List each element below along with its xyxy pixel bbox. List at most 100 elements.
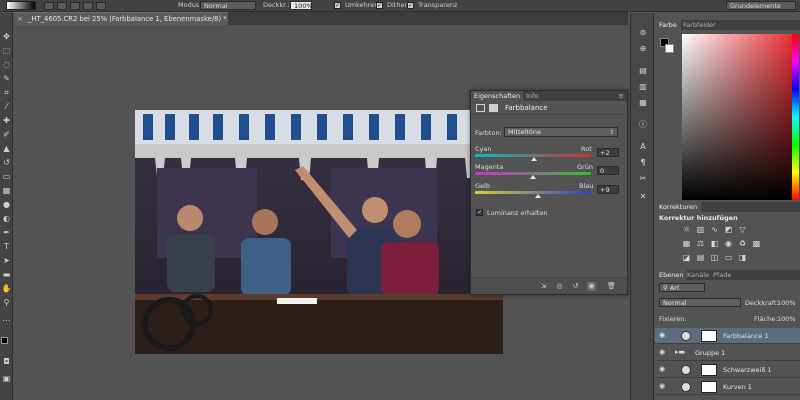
- tools-icon[interactable]: ✕: [637, 191, 649, 203]
- luminance-checkbox[interactable]: ✓: [476, 209, 483, 216]
- eye-icon[interactable]: ◉: [659, 331, 665, 339]
- cyan-red-slider-thumb[interactable]: [531, 157, 538, 161]
- black-white-icon[interactable]: ◧: [709, 238, 720, 249]
- eye-icon[interactable]: ◉: [659, 382, 665, 390]
- layer-row-schwarzweiss[interactable]: ◉ Schwarzweiß 1: [655, 362, 800, 378]
- tab-info[interactable]: Info: [523, 91, 541, 101]
- marquee-tool-icon[interactable]: ⬚: [1, 45, 12, 56]
- color-lookup-icon[interactable]: ▩: [751, 238, 762, 249]
- transparency-checkbox[interactable]: ✓: [407, 2, 414, 9]
- glyphs-icon[interactable]: ✂: [637, 173, 649, 185]
- visibility-icon[interactable]: ◉: [587, 282, 596, 291]
- color-picker-field[interactable]: [682, 34, 796, 200]
- tab-adjustments[interactable]: Korrekturen: [655, 202, 702, 212]
- layer-mask-thumbnail[interactable]: [701, 330, 717, 342]
- hue-slider[interactable]: [792, 34, 799, 200]
- healing-tool-icon[interactable]: ✚: [1, 115, 12, 126]
- history-icon[interactable]: ⊚: [637, 27, 649, 39]
- blur-tool-icon[interactable]: ●: [1, 199, 12, 210]
- invert-icon[interactable]: ◪: [681, 252, 692, 263]
- dodge-tool-icon[interactable]: ◐: [1, 213, 12, 224]
- tone-select[interactable]: Mitteltöne ⇕: [504, 127, 618, 137]
- curves-icon[interactable]: ∿: [709, 224, 720, 235]
- tab-paths[interactable]: Pfade: [709, 270, 735, 280]
- path-select-tool-icon[interactable]: ➤: [1, 255, 12, 266]
- gradient-diamond-icon[interactable]: [96, 2, 106, 10]
- layer-row-farbbalance[interactable]: ◉ Farbbalance 1: [655, 328, 800, 344]
- tab-swatches[interactable]: Farbfelder: [679, 20, 720, 30]
- yellow-blue-slider-track[interactable]: [475, 191, 591, 194]
- view-previous-icon[interactable]: ◎: [555, 282, 564, 291]
- eye-icon[interactable]: ◉: [659, 365, 665, 373]
- history-brush-tool-icon[interactable]: ↺: [1, 157, 12, 168]
- posterize-icon[interactable]: ▤: [695, 252, 706, 263]
- folder-icon[interactable]: ▸▬: [675, 348, 685, 356]
- gradient-reflected-icon[interactable]: [83, 2, 93, 10]
- gradient-preview[interactable]: [6, 1, 36, 10]
- opacity-input[interactable]: 100%: [290, 1, 313, 10]
- reset-icon[interactable]: ↺: [571, 282, 580, 291]
- eraser-tool-icon[interactable]: ▭: [1, 171, 12, 182]
- layer-opacity-value[interactable]: 100%: [777, 299, 796, 307]
- document-tab[interactable]: × _HT_4605.CR2 bei 25% (Farbbalance 1, E…: [14, 12, 228, 25]
- close-tab-icon[interactable]: ×: [17, 13, 23, 25]
- document-canvas[interactable]: [135, 110, 503, 354]
- fill-value[interactable]: 100%: [777, 315, 796, 323]
- layer-row-kurven[interactable]: ◉ Kurven 1: [655, 379, 800, 395]
- type-tool-icon[interactable]: T: [1, 241, 12, 252]
- eye-icon[interactable]: ◉: [659, 348, 665, 356]
- foreground-color-swatch[interactable]: [1, 337, 8, 344]
- mode-select[interactable]: Normal: [200, 1, 256, 10]
- layer-filter-select[interactable]: ⚲ Art: [659, 283, 705, 292]
- yellow-blue-slider-thumb[interactable]: [534, 194, 541, 198]
- move-tool-icon[interactable]: ✥: [1, 31, 12, 42]
- paragraph-icon[interactable]: ¶: [637, 157, 649, 169]
- layer-mask-thumbnail[interactable]: [701, 364, 717, 376]
- magenta-green-slider-thumb[interactable]: [530, 175, 536, 179]
- gradient-angle-icon[interactable]: [70, 2, 80, 10]
- panel-menu-icon[interactable]: ≡: [618, 91, 624, 101]
- layer-mask-thumbnail[interactable]: [701, 381, 717, 393]
- background-swatch[interactable]: [665, 44, 674, 53]
- yellow-blue-value[interactable]: +9: [597, 185, 619, 194]
- hue-saturation-icon[interactable]: ▦: [681, 238, 692, 249]
- delete-icon[interactable]: 🗑: [607, 282, 616, 291]
- brush-presets-icon[interactable]: ▤: [637, 65, 649, 77]
- gradient-map-icon[interactable]: ▭: [723, 252, 734, 263]
- layer-row-gruppe[interactable]: ◉ ▸▬ Gruppe 1: [655, 345, 800, 361]
- lasso-tool-icon[interactable]: ◌: [1, 59, 12, 70]
- blend-mode-select[interactable]: Normal: [659, 298, 741, 307]
- character-icon[interactable]: A: [637, 141, 649, 153]
- shape-tool-icon[interactable]: ▬: [1, 269, 12, 280]
- brush-tool-icon[interactable]: ✐: [1, 129, 12, 140]
- gradient-tool-icon[interactable]: ▦: [1, 185, 12, 196]
- vibrance-icon[interactable]: ▽: [737, 224, 748, 235]
- clip-to-layer-icon[interactable]: ⇲: [539, 282, 548, 291]
- dither-checkbox[interactable]: ✓: [376, 2, 383, 9]
- magenta-green-value[interactable]: 0: [597, 166, 619, 175]
- levels-icon[interactable]: ▥: [695, 224, 706, 235]
- gradient-linear-icon[interactable]: [44, 2, 54, 10]
- channel-mixer-icon[interactable]: ♻: [737, 238, 748, 249]
- pen-tool-icon[interactable]: ✒: [1, 227, 12, 238]
- crop-tool-icon[interactable]: ⌗: [1, 87, 12, 98]
- tab-properties[interactable]: Eigenschaften: [471, 91, 524, 101]
- quick-select-tool-icon[interactable]: ✎: [1, 73, 12, 84]
- actions-icon[interactable]: ⊕: [637, 43, 649, 55]
- cyan-red-value[interactable]: +2: [597, 148, 619, 157]
- eyedropper-tool-icon[interactable]: ⁄: [1, 101, 12, 112]
- hand-tool-icon[interactable]: ✋: [1, 283, 12, 294]
- more-tools-icon[interactable]: …: [1, 313, 12, 324]
- quick-mask-icon[interactable]: ◘: [1, 356, 12, 367]
- layer-comps-icon[interactable]: ▦: [637, 97, 649, 109]
- workspace-select[interactable]: Grundelemente: [726, 1, 796, 10]
- screen-mode-icon[interactable]: ▣: [1, 373, 12, 384]
- reverse-checkbox[interactable]: ✓: [334, 2, 341, 9]
- mask-icon[interactable]: [489, 104, 498, 112]
- selective-color-icon[interactable]: ◨: [737, 252, 748, 263]
- zoom-tool-icon[interactable]: ⚲: [1, 297, 12, 308]
- tool-presets-icon[interactable]: ▥: [637, 81, 649, 93]
- threshold-icon[interactable]: ◫: [709, 252, 720, 263]
- brightness-icon[interactable]: ☼: [681, 224, 692, 235]
- exposure-icon[interactable]: ◩: [723, 224, 734, 235]
